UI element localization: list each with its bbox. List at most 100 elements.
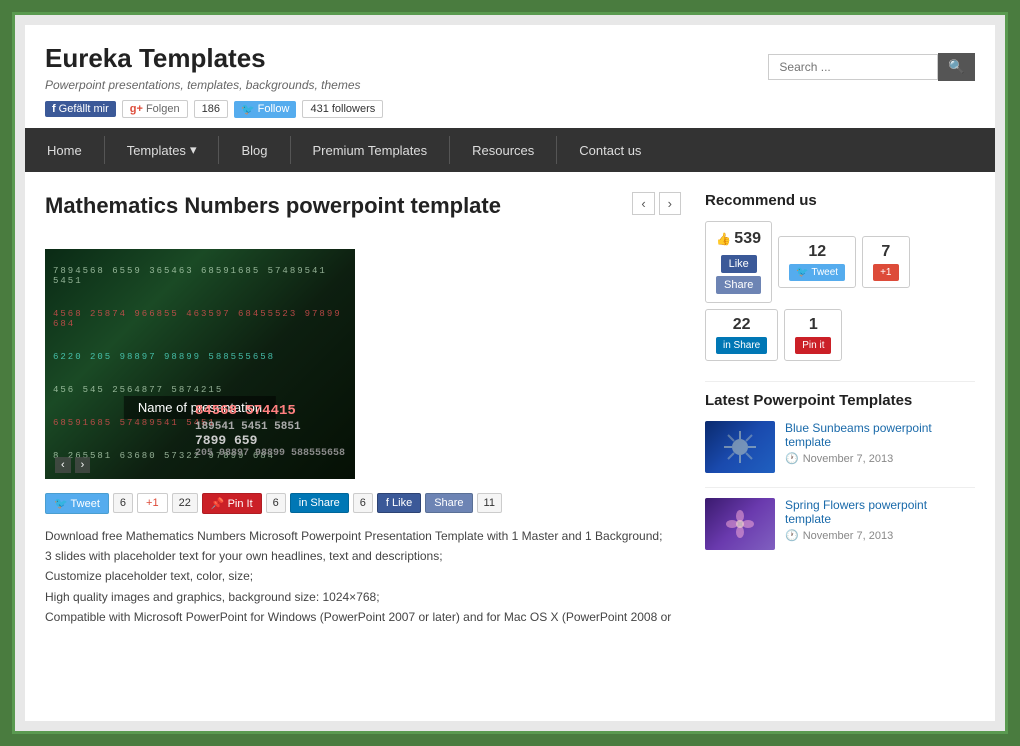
latest-info-1: Blue Sunbeams powerpoint template 🕐 Nove…: [785, 421, 975, 465]
prev-post-button[interactable]: ‹: [632, 192, 654, 215]
nav-label-home: Home: [47, 143, 82, 158]
flower-graphic: [720, 504, 760, 544]
latest-title: Latest Powerpoint Templates: [705, 392, 975, 409]
search-input[interactable]: [768, 54, 938, 80]
nav-label-blog: Blog: [241, 143, 267, 158]
latest-thumb-2[interactable]: [705, 498, 775, 550]
desc-line-2: 3 slides with placeholder text for your …: [45, 546, 681, 566]
nav-item-premium[interactable]: Premium Templates: [291, 128, 450, 172]
nav-item-contact[interactable]: Contact us: [557, 128, 663, 172]
fb-share-action-button[interactable]: Share: [716, 276, 761, 294]
social-bar: f Gefällt mir g+ Folgen 186 🐦 Follow 431…: [45, 100, 383, 118]
tweet-sidebar-button[interactable]: 🐦 Tweet: [789, 264, 845, 281]
slide-number-display: 84568 574415 189541 5451 5851 7899 659 2…: [195, 403, 345, 459]
latest-thumb-1[interactable]: [705, 421, 775, 473]
linkedin-button[interactable]: in Share: [290, 493, 349, 513]
nav-label-resources: Resources: [472, 143, 534, 158]
main-content: Mathematics Numbers powerpoint template …: [25, 172, 995, 638]
twitter-follow-button[interactable]: 🐦 Follow: [234, 101, 297, 118]
slide-prev-button[interactable]: ‹: [55, 457, 71, 473]
header-left: Eureka Templates Powerpoint presentation…: [45, 43, 383, 118]
latest-date-text-2: November 7, 2013: [803, 530, 894, 542]
thumbs-up-icon: 👍: [716, 232, 731, 246]
fb-like-share-button[interactable]: f Like: [377, 493, 421, 513]
slide-image: 7894568 6559 365463 68591685 57489541 54…: [45, 249, 355, 479]
tweet-box: 12 🐦 Tweet: [778, 236, 856, 288]
latest-title-1[interactable]: Blue Sunbeams powerpoint template: [785, 421, 975, 449]
latest-section: Latest Powerpoint Templates: [705, 392, 975, 550]
search-area: 🔍: [768, 53, 975, 81]
fb-share-button[interactable]: Share: [425, 493, 472, 513]
post-title: Mathematics Numbers powerpoint template: [45, 192, 501, 221]
num-row-2: 4568 25874 966855 463597 68455523 97899 …: [53, 309, 347, 329]
content-left: Mathematics Numbers powerpoint template …: [45, 192, 681, 628]
divider-2: [705, 487, 975, 488]
nav-item-resources[interactable]: Resources: [450, 128, 556, 172]
main-nav: Home Templates ▾ Blog Premium Templates …: [25, 128, 995, 172]
clock-icon-1: 🕐: [785, 452, 799, 465]
linkedin-count: 6: [353, 493, 373, 513]
pinterest-box: 1 Pin it: [784, 309, 842, 361]
latest-date-2: 🕐 November 7, 2013: [785, 529, 975, 542]
site-title: Eureka Templates: [45, 43, 383, 74]
blue-sunbeams-thumb: [705, 421, 775, 473]
gplus-sidebar-button[interactable]: +1: [873, 264, 898, 281]
twitter-bird-icon: 🐦: [241, 103, 255, 116]
post-header-row: Mathematics Numbers powerpoint template …: [45, 192, 681, 235]
linkedin-sidebar-count: 22: [716, 316, 767, 334]
desc-line-1: Download free Mathematics Numbers Micros…: [45, 526, 681, 546]
nav-label-contact: Contact us: [579, 143, 641, 158]
clock-icon-2: 🕐: [785, 529, 799, 542]
fb-like-action-button[interactable]: Like: [721, 255, 757, 273]
twitter-label: Follow: [258, 103, 290, 115]
fb-label: Gefällt mir: [59, 103, 109, 115]
latest-info-2: Spring Flowers powerpoint template 🕐 Nov…: [785, 498, 975, 542]
slide-next-button[interactable]: ›: [75, 457, 91, 473]
post-description: Download free Mathematics Numbers Micros…: [45, 526, 681, 628]
tweet-button[interactable]: 🐦 Tweet: [45, 493, 109, 514]
twitter-followers: 431 followers: [302, 100, 383, 118]
fb-like-button[interactable]: f Gefällt mir: [45, 101, 116, 117]
chevron-down-icon: ▾: [190, 142, 197, 158]
nav-item-home[interactable]: Home: [25, 128, 104, 172]
next-post-button[interactable]: ›: [659, 192, 681, 215]
nav-label-templates: Templates: [127, 143, 186, 158]
tweet-count: 6: [113, 493, 133, 513]
nav-item-blog[interactable]: Blog: [219, 128, 289, 172]
tweet-sidebar-count: 12: [789, 243, 845, 261]
like-count: 539: [734, 230, 761, 248]
gplus-count: 186: [194, 100, 228, 118]
desc-line-4: High quality images and graphics, backgr…: [45, 587, 681, 607]
nav-label-premium: Premium Templates: [313, 143, 428, 158]
gplus-share-count: 22: [172, 493, 198, 513]
content-right: Recommend us 👍 539 Like Share: [705, 192, 975, 628]
latest-date-text-1: November 7, 2013: [803, 453, 894, 465]
latest-date-1: 🕐 November 7, 2013: [785, 452, 975, 465]
gplus-label: Folgen: [146, 103, 180, 115]
site-subtitle: Powerpoint presentations, templates, bac…: [45, 78, 383, 92]
social-grid: 👍 539 Like Share 12 🐦 Tweet: [705, 221, 975, 361]
linkedin-sidebar-button[interactable]: in Share: [716, 337, 767, 354]
linkedin-box: 22 in Share: [705, 309, 778, 361]
gplus-share-button[interactable]: +1: [137, 493, 168, 513]
fb-like-box: 👍 539 Like Share: [705, 221, 772, 303]
fb-icon: f: [52, 103, 56, 115]
slideshow: 7894568 6559 365463 68591685 57489541 54…: [45, 249, 355, 479]
latest-item-2: Spring Flowers powerpoint template 🕐 Nov…: [705, 498, 975, 550]
recommend-section: Recommend us 👍 539 Like Share: [705, 192, 975, 361]
desc-line-5: Compatible with Microsoft PowerPoint for…: [45, 607, 681, 627]
nav-item-templates[interactable]: Templates ▾: [105, 128, 219, 172]
gplus-icon: g+: [130, 103, 143, 115]
header: Eureka Templates Powerpoint presentation…: [25, 25, 995, 128]
fb-share-count: 11: [477, 493, 502, 513]
desc-line-3: Customize placeholder text, color, size;: [45, 566, 681, 586]
spring-flowers-thumb: [705, 498, 775, 550]
recommend-title: Recommend us: [705, 192, 975, 209]
search-button[interactable]: 🔍: [938, 53, 975, 81]
latest-title-2[interactable]: Spring Flowers powerpoint template: [785, 498, 975, 526]
pin-count: 6: [266, 493, 286, 513]
pinterest-button[interactable]: 📌 Pin It: [202, 493, 262, 514]
pinterest-sidebar-button[interactable]: Pin it: [795, 337, 831, 354]
gplus-follow-button[interactable]: g+ Folgen: [122, 100, 188, 118]
gplus-box: 7 +1: [862, 236, 909, 288]
